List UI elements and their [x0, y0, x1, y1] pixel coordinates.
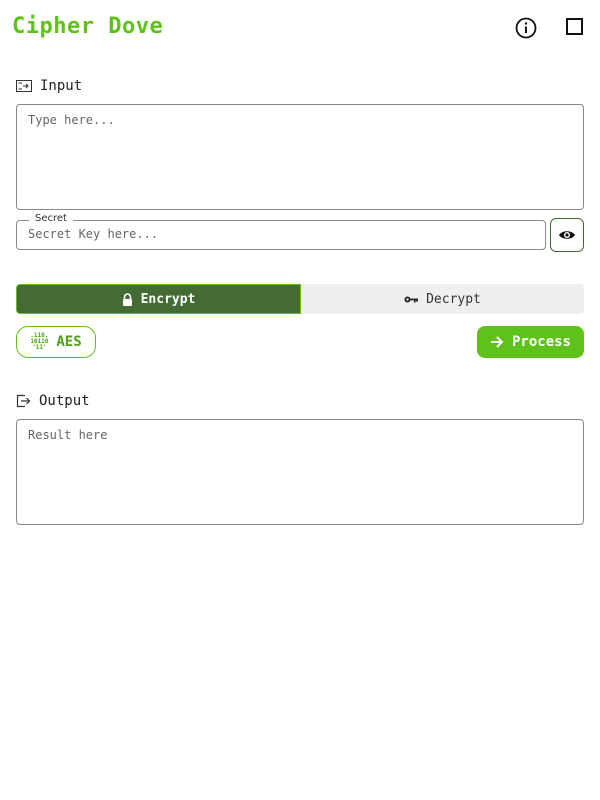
output-icon	[16, 394, 31, 408]
algorithm-label: AES	[56, 334, 82, 350]
input-label: Input	[40, 78, 83, 94]
decrypt-mode-button[interactable]: Decrypt	[301, 284, 584, 314]
output-textarea[interactable]	[16, 419, 584, 525]
secret-legend: Secret	[29, 213, 73, 224]
mode-toggle: Encrypt Decrypt	[16, 284, 584, 314]
secret-field[interactable]: Secret	[16, 213, 546, 250]
output-label: Output	[39, 393, 90, 409]
lock-icon	[122, 292, 132, 306]
binary-icon: .110. 10110 '11'	[30, 333, 48, 351]
info-button[interactable]	[514, 16, 538, 40]
input-section-label: Input	[16, 78, 82, 94]
square-icon	[565, 17, 583, 35]
process-button[interactable]: Process	[477, 326, 584, 358]
info-circle-icon	[515, 17, 537, 39]
algorithm-select-button[interactable]: .110. 10110 '11' AES	[16, 326, 96, 358]
decrypt-label: Decrypt	[426, 291, 481, 307]
encrypt-label: Encrypt	[140, 291, 196, 307]
encrypt-mode-button[interactable]: Encrypt	[16, 284, 301, 314]
output-section-label: Output	[16, 393, 90, 409]
app-title: Cipher Dove	[12, 14, 164, 39]
arrow-right-icon	[490, 336, 504, 348]
input-textarea[interactable]	[16, 104, 584, 210]
eye-icon	[559, 231, 575, 239]
binary-icon-line: '11'	[32, 344, 47, 351]
toggle-visibility-button[interactable]	[550, 218, 584, 252]
input-icon	[16, 80, 32, 92]
secret-key-input[interactable]	[28, 227, 528, 241]
process-label: Process	[511, 334, 571, 350]
key-icon	[404, 296, 419, 303]
window-toggle-button[interactable]	[562, 14, 586, 38]
